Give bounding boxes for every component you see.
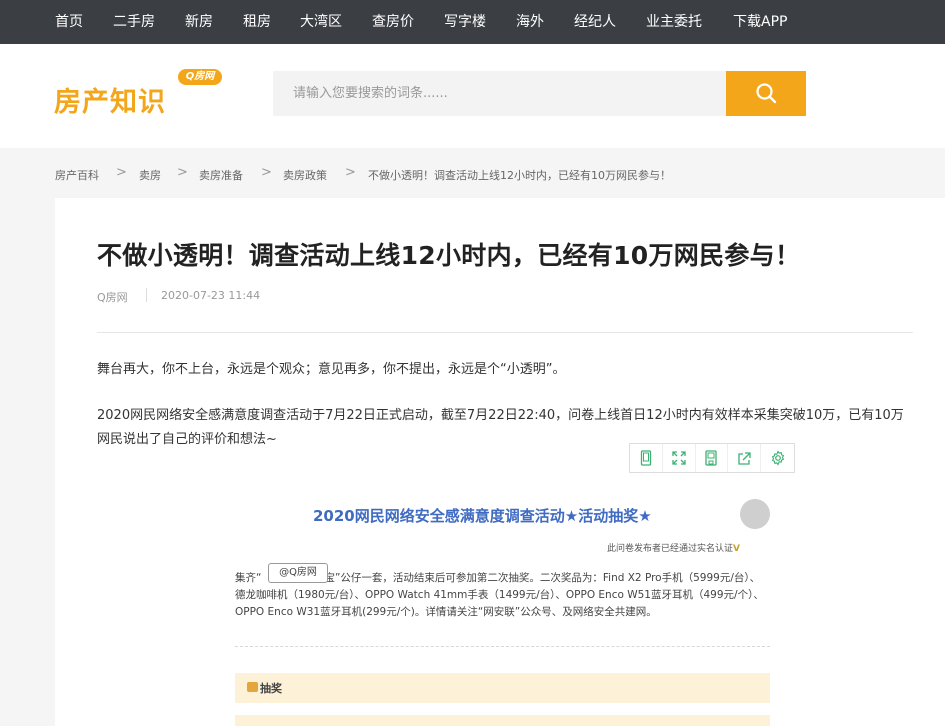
breadcrumb-separator: > <box>261 165 272 180</box>
search-input[interactable] <box>273 71 726 116</box>
nav-item-download-app[interactable]: 下载APP <box>733 0 787 44</box>
fullscreen-icon <box>672 451 686 465</box>
prize-section: 抽奖 <box>235 673 770 703</box>
logo-badge: Q房网 <box>178 69 222 85</box>
nav-item-greater-bay[interactable]: 大湾区 <box>300 0 342 44</box>
share-button[interactable] <box>728 444 762 472</box>
prize-section-lower <box>235 715 770 726</box>
share-icon <box>738 451 751 465</box>
article-image[interactable]: 2020网民网络安全感满意度调查活动★活动抽奖★ 此问卷发布者已经通过实名认证V… <box>235 493 770 726</box>
breadcrumb-item[interactable]: 房产百科 <box>55 167 99 183</box>
nav-item-newhome[interactable]: 新房 <box>185 0 213 44</box>
top-nav: 首页 二手房 新房 租房 大湾区 查房价 写字楼 海外 经纪人 业主委托 下载A… <box>0 0 945 44</box>
settings-icon <box>771 450 784 466</box>
poster-certification: 此问卷发布者已经通过实名认证V <box>607 541 740 554</box>
image-toolbar <box>629 443 795 473</box>
nav-item-secondhand[interactable]: 二手房 <box>113 0 155 44</box>
article-card: 不做小透明！调查活动上线12小时内，已经有10万网民参与！ Q房网 2020-0… <box>55 198 945 726</box>
settings-button[interactable] <box>761 444 794 472</box>
breadcrumb-separator: > <box>116 165 127 180</box>
header: 房产知识 Q房网 <box>0 44 945 148</box>
nav-item-agent[interactable]: 经纪人 <box>574 0 616 44</box>
breadcrumb-separator: > <box>345 165 356 180</box>
avatar <box>740 499 770 529</box>
poster-title: 2020网民网络安全感满意度调查活动★活动抽奖★ <box>313 507 652 525</box>
verified-mark: V <box>733 544 740 554</box>
poster-divider <box>235 646 770 647</box>
search-button[interactable] <box>726 71 806 116</box>
breadcrumb-current: 不做小透明！调查活动上线12小时内，已经有10万网民参与！ <box>368 169 671 182</box>
article-paragraph: 舞台再大，你不上台，永远是个观众；意见再多，你不提出，永远是个“小透明”。 <box>97 362 566 377</box>
phone-view-button[interactable] <box>630 444 663 472</box>
save-icon <box>705 450 718 466</box>
article-date: 2020-07-23 11:44 <box>161 289 261 302</box>
nav-item-office[interactable]: 写字楼 <box>444 0 486 44</box>
prize-label: 抽奖 <box>260 682 282 695</box>
gift-icon <box>247 682 258 692</box>
save-button[interactable] <box>696 444 729 472</box>
breadcrumb-separator: > <box>177 165 188 180</box>
breadcrumb-item[interactable]: 卖房 <box>139 167 161 183</box>
watermark: @Q房网 <box>268 563 328 583</box>
poster-text-prefix: 集齐“ <box>235 572 262 584</box>
search-icon <box>756 83 777 104</box>
nav-item-price[interactable]: 查房价 <box>372 0 414 44</box>
nav-item-overseas[interactable]: 海外 <box>516 0 544 44</box>
logo[interactable]: 房产知识 <box>54 80 166 119</box>
nav-item-home[interactable]: 首页 <box>55 0 83 44</box>
divider <box>97 332 913 333</box>
breadcrumb-item[interactable]: 卖房准备 <box>199 167 243 183</box>
article-source: Q房网 <box>97 291 128 304</box>
article-title: 不做小透明！调查活动上线12小时内，已经有10万网民参与！ <box>97 241 801 270</box>
meta-divider <box>146 288 147 302</box>
nav-item-owner[interactable]: 业主委托 <box>646 0 702 44</box>
phone-icon <box>640 450 652 466</box>
nav-item-rent[interactable]: 租房 <box>243 0 271 44</box>
breadcrumb-item[interactable]: 卖房政策 <box>283 167 327 183</box>
fullscreen-button[interactable] <box>663 444 696 472</box>
poster-cert-text: 此问卷发布者已经通过实名认证 <box>607 544 734 554</box>
